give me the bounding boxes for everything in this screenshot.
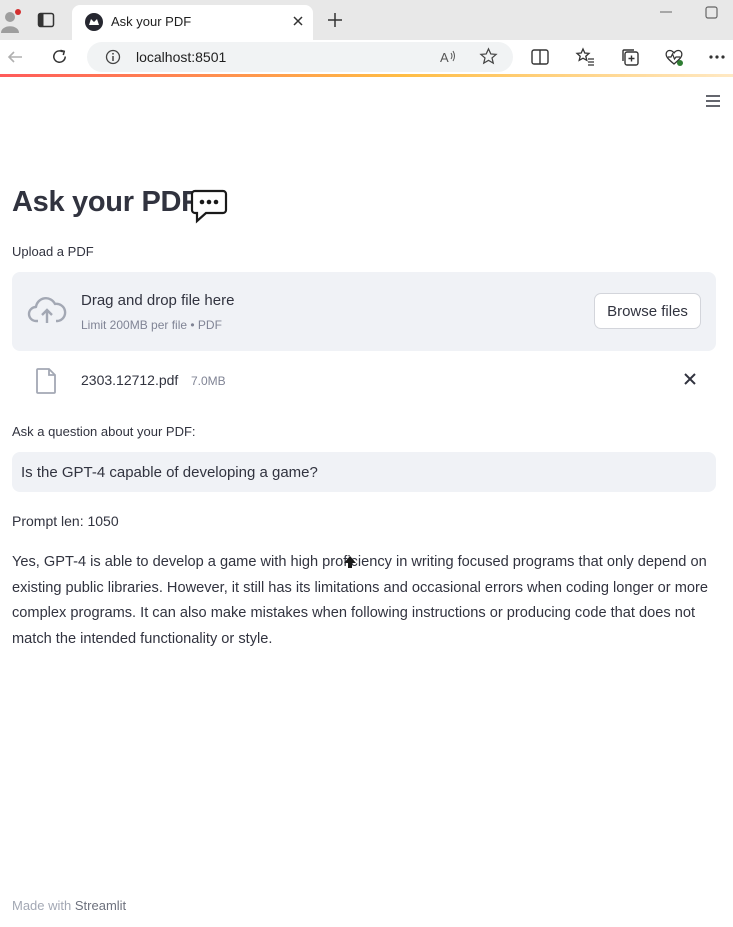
maximize-window-icon[interactable]	[704, 5, 720, 21]
file-icon	[36, 368, 56, 394]
question-label: Ask a question about your PDF:	[12, 424, 196, 439]
browser-tab-active[interactable]: Ask your PDF	[72, 5, 313, 40]
file-name: 2303.12712.pdf	[81, 372, 179, 388]
read-aloud-icon[interactable]: A	[439, 48, 457, 66]
page-title: Ask your PDF	[12, 186, 199, 218]
uploaded-file: 2303.12712.pdf 7.0MB	[12, 362, 716, 398]
site-info-icon[interactable]	[105, 49, 121, 65]
answer-text: Yes, GPT-4 is able to develop a game wit…	[12, 554, 708, 647]
close-tab-icon[interactable]	[291, 14, 305, 28]
browser-tab-bar: Ask your PDF	[0, 0, 733, 40]
main-menu-icon[interactable]	[704, 93, 722, 109]
favorites-icon[interactable]	[575, 47, 595, 67]
cloud-upload-icon	[27, 297, 67, 323]
profile-avatar-icon[interactable]	[1, 9, 21, 33]
streamlit-link[interactable]: Streamlit	[75, 898, 126, 913]
browse-files-button[interactable]: Browse files	[594, 293, 701, 329]
footer: Made with Streamlit	[12, 898, 126, 913]
mouse-cursor-icon	[344, 556, 356, 568]
remove-file-icon[interactable]	[683, 372, 697, 386]
upload-label: Upload a PDF	[12, 244, 94, 259]
favorite-star-icon[interactable]	[479, 47, 498, 66]
file-dropzone[interactable]: Drag and drop file here Limit 200MB per …	[12, 272, 716, 351]
svg-text:A: A	[440, 50, 449, 65]
reload-icon[interactable]	[50, 47, 69, 66]
back-arrow-icon[interactable]	[6, 48, 24, 66]
tab-actions-icon[interactable]	[37, 11, 55, 29]
file-size: 7.0MB	[191, 374, 226, 388]
collections-icon[interactable]	[620, 47, 640, 67]
streamlit-header-decoration	[0, 74, 733, 77]
dropzone-instructions: Drag and drop file here	[81, 292, 235, 309]
browser-essentials-icon[interactable]	[664, 47, 684, 67]
prompt-length: Prompt len: 1050	[12, 513, 119, 529]
minimize-window-icon[interactable]	[659, 5, 673, 19]
more-options-icon[interactable]	[707, 47, 727, 67]
speech-balloon-icon	[190, 189, 228, 224]
streamlit-favicon-icon	[85, 13, 103, 31]
question-input[interactable]	[12, 452, 716, 492]
url-text: localhost:8501	[136, 49, 227, 65]
dropzone-limit: Limit 200MB per file • PDF	[81, 318, 222, 332]
footer-prefix: Made with	[12, 898, 75, 913]
address-bar[interactable]: localhost:8501 A	[87, 42, 513, 72]
new-tab-icon[interactable]	[326, 11, 344, 29]
split-screen-icon[interactable]	[530, 47, 550, 67]
tab-title: Ask your PDF	[111, 14, 192, 29]
